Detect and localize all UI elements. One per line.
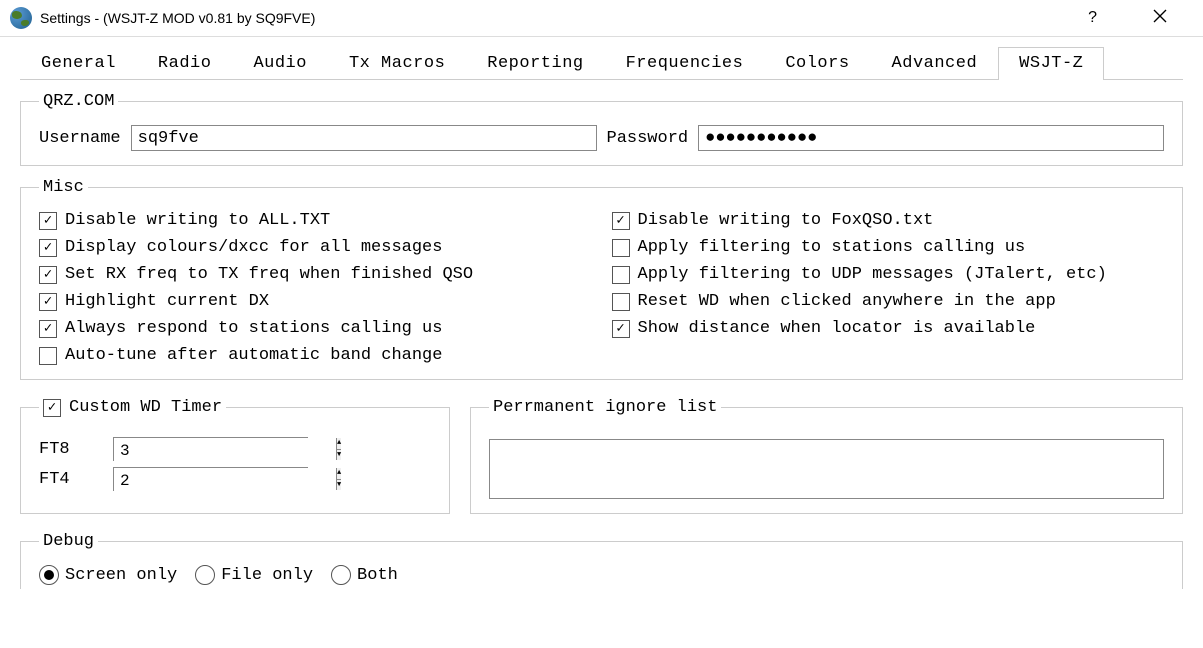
misc-label-5: Apply filtering to UDP messages (JTalert… bbox=[638, 265, 1107, 284]
wd-timer-legend-label: Custom WD Timer bbox=[69, 398, 222, 417]
wd-timer-group: Custom WD Timer FT8 ▲ ▼ FT4 bbox=[20, 398, 450, 514]
checkbox-always-respond[interactable] bbox=[39, 320, 57, 338]
main-content: General Radio Audio Tx Macros Reporting … bbox=[0, 36, 1203, 589]
misc-option-4[interactable]: Set RX freq to TX freq when finished QSO bbox=[39, 265, 592, 284]
tab-audio[interactable]: Audio bbox=[232, 47, 328, 79]
tab-general[interactable]: General bbox=[20, 47, 137, 79]
radio-screen-only[interactable] bbox=[39, 565, 59, 585]
qrz-group: QRZ.COM Username Password bbox=[20, 92, 1183, 166]
misc-option-0[interactable]: Disable writing to ALL.TXT bbox=[39, 211, 592, 230]
misc-legend: Misc bbox=[39, 178, 88, 197]
ft4-label: FT4 bbox=[39, 470, 99, 489]
debug-legend: Debug bbox=[39, 532, 98, 551]
checkbox-disable-foxqso[interactable] bbox=[612, 212, 630, 230]
debug-radio-row: Screen only File only Both bbox=[39, 565, 1164, 585]
ft4-spin-buttons: ▲ ▼ bbox=[336, 468, 341, 490]
debug-option-file-only[interactable]: File only bbox=[195, 565, 313, 585]
window-title: Settings - (WSJT-Z MOD v0.81 by SQ9FVE) bbox=[40, 10, 1080, 26]
checkbox-highlight-dx[interactable] bbox=[39, 293, 57, 311]
checkbox-disable-alltxt[interactable] bbox=[39, 212, 57, 230]
tab-reporting[interactable]: Reporting bbox=[466, 47, 604, 79]
misc-option-1[interactable]: Disable writing to FoxQSO.txt bbox=[612, 211, 1165, 230]
ft8-spin-buttons: ▲ ▼ bbox=[336, 438, 341, 460]
misc-option-9[interactable]: Show distance when locator is available bbox=[612, 319, 1165, 338]
debug-option-both[interactable]: Both bbox=[331, 565, 398, 585]
password-input[interactable] bbox=[698, 125, 1164, 151]
ft8-row: FT8 ▲ ▼ bbox=[39, 437, 431, 461]
tab-tx-macros[interactable]: Tx Macros bbox=[328, 47, 466, 79]
misc-option-7[interactable]: Reset WD when clicked anywhere in the ap… bbox=[612, 292, 1165, 311]
misc-group: Misc Disable writing to ALL.TXT Disable … bbox=[20, 178, 1183, 380]
debug-group: Debug Screen only File only Both bbox=[20, 532, 1183, 589]
misc-option-3[interactable]: Apply filtering to stations calling us bbox=[612, 238, 1165, 257]
checkbox-auto-tune[interactable] bbox=[39, 347, 57, 365]
misc-label-2: Display colours/dxcc for all messages bbox=[65, 238, 442, 257]
ft4-row: FT4 ▲ ▼ bbox=[39, 467, 431, 491]
checkbox-custom-wd-timer[interactable] bbox=[43, 399, 61, 417]
misc-label-0: Disable writing to ALL.TXT bbox=[65, 211, 330, 230]
qrz-legend: QRZ.COM bbox=[39, 92, 118, 111]
close-button[interactable] bbox=[1135, 1, 1185, 36]
checkbox-display-colours[interactable] bbox=[39, 239, 57, 257]
misc-label-1: Disable writing to FoxQSO.txt bbox=[638, 211, 934, 230]
misc-label-4: Set RX freq to TX freq when finished QSO bbox=[65, 265, 473, 284]
ft4-input[interactable] bbox=[114, 468, 336, 494]
tab-wsjt-z[interactable]: WSJT-Z bbox=[998, 47, 1104, 80]
misc-label-10: Auto-tune after automatic band change bbox=[65, 346, 442, 365]
ft8-label: FT8 bbox=[39, 440, 99, 459]
debug-label-2: Both bbox=[357, 566, 398, 585]
ft4-spin-down[interactable]: ▼ bbox=[337, 480, 341, 491]
tab-colors[interactable]: Colors bbox=[764, 47, 870, 79]
misc-label-6: Highlight current DX bbox=[65, 292, 269, 311]
ft4-spin-up[interactable]: ▲ bbox=[337, 468, 341, 480]
radio-both[interactable] bbox=[331, 565, 351, 585]
misc-label-7: Reset WD when clicked anywhere in the ap… bbox=[638, 292, 1056, 311]
ft8-spinbox[interactable]: ▲ ▼ bbox=[113, 437, 308, 461]
misc-option-6[interactable]: Highlight current DX bbox=[39, 292, 592, 311]
tab-radio[interactable]: Radio bbox=[137, 47, 233, 79]
wd-timer-legend[interactable]: Custom WD Timer bbox=[39, 398, 226, 417]
tab-bar: General Radio Audio Tx Macros Reporting … bbox=[20, 47, 1183, 80]
close-icon bbox=[1153, 9, 1167, 23]
app-globe-icon bbox=[10, 7, 32, 29]
checkbox-reset-wd[interactable] bbox=[612, 293, 630, 311]
debug-option-screen-only[interactable]: Screen only bbox=[39, 565, 177, 585]
radio-file-only[interactable] bbox=[195, 565, 215, 585]
misc-label-8: Always respond to stations calling us bbox=[65, 319, 442, 338]
misc-grid: Disable writing to ALL.TXT Disable writi… bbox=[39, 211, 1164, 365]
tab-advanced[interactable]: Advanced bbox=[871, 47, 999, 79]
ignore-list-group: Perrmanent ignore list bbox=[470, 398, 1183, 514]
misc-option-8[interactable]: Always respond to stations calling us bbox=[39, 319, 592, 338]
password-label: Password bbox=[607, 129, 689, 148]
ft4-spinbox[interactable]: ▲ ▼ bbox=[113, 467, 308, 491]
misc-label-3: Apply filtering to stations calling us bbox=[638, 238, 1026, 257]
settings-window: Settings - (WSJT-Z MOD v0.81 by SQ9FVE) … bbox=[0, 0, 1203, 589]
two-column-row: Custom WD Timer FT8 ▲ ▼ FT4 bbox=[20, 386, 1183, 520]
debug-label-1: File only bbox=[221, 566, 313, 585]
titlebar-controls: ? bbox=[1080, 1, 1193, 36]
ft8-spin-down[interactable]: ▼ bbox=[337, 450, 341, 461]
debug-label-0: Screen only bbox=[65, 566, 177, 585]
misc-option-2[interactable]: Display colours/dxcc for all messages bbox=[39, 238, 592, 257]
tab-frequencies[interactable]: Frequencies bbox=[605, 47, 765, 79]
help-button[interactable]: ? bbox=[1080, 5, 1105, 31]
ignore-list-legend: Perrmanent ignore list bbox=[489, 398, 721, 417]
qrz-row: Username Password bbox=[39, 125, 1164, 151]
titlebar: Settings - (WSJT-Z MOD v0.81 by SQ9FVE) … bbox=[0, 0, 1203, 36]
misc-option-5[interactable]: Apply filtering to UDP messages (JTalert… bbox=[612, 265, 1165, 284]
ft8-spin-up[interactable]: ▲ bbox=[337, 438, 341, 450]
checkbox-filter-calling[interactable] bbox=[612, 239, 630, 257]
checkbox-set-rx-freq[interactable] bbox=[39, 266, 57, 284]
ignore-list-box[interactable] bbox=[489, 439, 1164, 499]
ft8-input[interactable] bbox=[114, 438, 336, 464]
username-input[interactable] bbox=[131, 125, 597, 151]
misc-option-10[interactable]: Auto-tune after automatic band change bbox=[39, 346, 1164, 365]
username-label: Username bbox=[39, 129, 121, 148]
checkbox-show-distance[interactable] bbox=[612, 320, 630, 338]
checkbox-filter-udp[interactable] bbox=[612, 266, 630, 284]
misc-label-9: Show distance when locator is available bbox=[638, 319, 1036, 338]
